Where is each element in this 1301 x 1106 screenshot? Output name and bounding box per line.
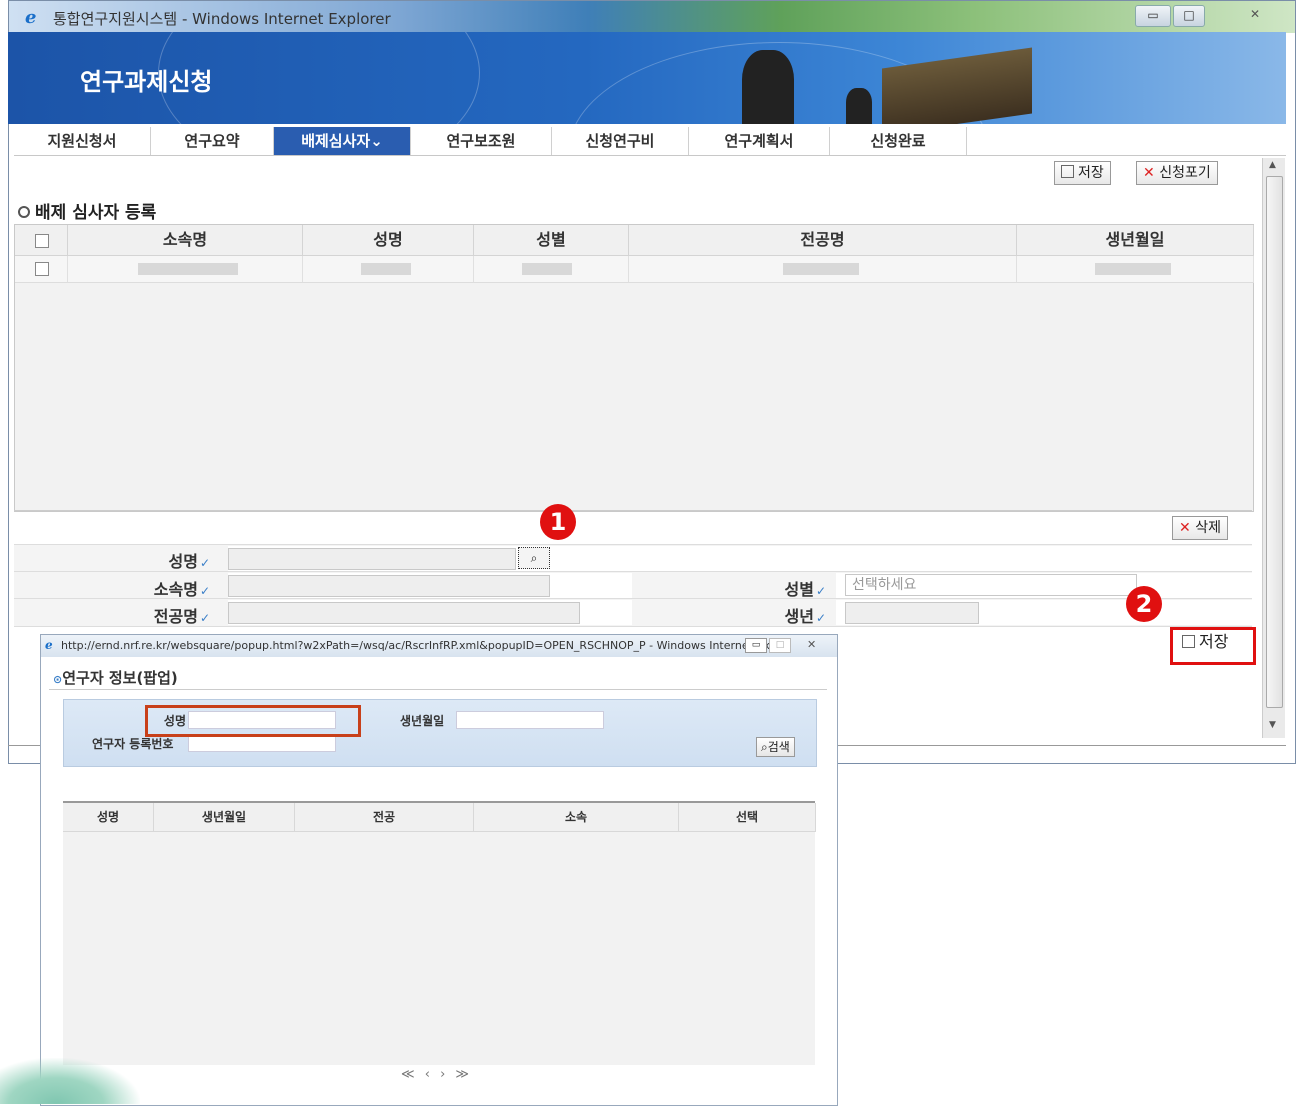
table-cell-redacted	[629, 256, 1017, 283]
popup-title-bar: e http://ernd.nrf.re.kr/websquare/popup.…	[41, 635, 837, 657]
divider	[49, 689, 827, 690]
delete-label: 삭제	[1195, 520, 1221, 536]
major-input[interactable]	[228, 602, 580, 624]
save-label: 저장	[1078, 165, 1104, 181]
popup-search-label: 검색	[767, 740, 790, 754]
gender-select[interactable]: 선택하세요	[845, 574, 1137, 596]
pagination[interactable]: ≪ ‹ › ≫	[401, 1067, 472, 1082]
select-all-checkbox[interactable]	[35, 234, 49, 248]
bullet-icon: ⊙	[53, 673, 63, 686]
grid-header: 성명	[303, 225, 474, 256]
step-marker-1: 1	[540, 504, 576, 540]
search-icon: ⌕	[761, 740, 768, 754]
name-label: 성명 ✓	[168, 552, 210, 571]
grid-header: 전공명	[629, 225, 1017, 256]
scrollbar-thumb[interactable]	[1266, 176, 1283, 708]
popup-grid-header: 성명	[63, 803, 154, 832]
banner-building-image	[882, 47, 1032, 124]
popup-birth-input[interactable]	[456, 711, 604, 729]
affiliation-input[interactable]	[228, 575, 550, 597]
popup-birth-label: 생년월일	[400, 714, 445, 728]
popup-reg-label: 연구자 등록번호	[92, 737, 174, 751]
scroll-up-icon[interactable]: ▲	[1269, 160, 1276, 170]
tab-research-plan[interactable]: 연구계획서	[689, 127, 830, 155]
grid-header: 소속명	[68, 225, 303, 256]
step-marker-2: 2	[1126, 586, 1162, 622]
save-icon	[1182, 635, 1195, 648]
tab-complete[interactable]: 신청완료	[830, 127, 967, 155]
save-button-bottom[interactable]: 저장	[1176, 631, 1234, 653]
minimize-button[interactable]: ▭	[745, 638, 767, 653]
grid-header: 생년월일	[1017, 225, 1254, 256]
ie-logo-icon: e	[25, 7, 37, 28]
popup-grid-header: 전공	[295, 803, 474, 832]
reviewer-grid: 소속명 성명 성별 전공명 생년월일	[14, 224, 1254, 512]
table-cell-redacted	[474, 256, 629, 283]
save-icon	[1061, 165, 1074, 178]
popup-grid-header: 선택	[679, 803, 816, 832]
birth-label: 생년 ✓	[784, 607, 826, 626]
tab-summary[interactable]: 연구요약	[151, 127, 274, 155]
search-icon[interactable]: ⌕	[518, 547, 550, 569]
table-row-select	[15, 256, 68, 283]
delete-button[interactable]: ✕ 삭제	[1172, 516, 1228, 540]
save-label: 저장	[1199, 632, 1229, 651]
cancel-label: 신청포기	[1159, 165, 1211, 181]
table-cell-redacted	[1017, 256, 1254, 283]
popup-grid-header: 생년월일	[154, 803, 295, 832]
popup-heading-text: 연구자 정보(팝업)	[62, 669, 178, 687]
section-title: 배제 심사자 등록	[18, 198, 156, 223]
popup-grid-header: 소속	[474, 803, 679, 832]
close-button[interactable]: ✕	[1235, 5, 1275, 25]
banner-person-image	[742, 50, 794, 124]
window-title-bar: e 통합연구지원시스템 - Windows Internet Explorer …	[9, 1, 1295, 33]
popup-url-title: http://ernd.nrf.re.kr/websquare/popup.ht…	[61, 639, 781, 652]
affiliation-label: 소속명 ✓	[153, 580, 210, 599]
popup-result-grid: 성명 생년월일 전공 소속 선택	[63, 801, 816, 1065]
cancel-application-button[interactable]: ✕ 신청포기	[1136, 161, 1218, 185]
ie-logo-icon: e	[45, 638, 53, 652]
maximize-button[interactable]: □	[769, 638, 791, 653]
row-checkbox[interactable]	[35, 262, 49, 276]
tab-application[interactable]: 지원신청서	[14, 127, 151, 155]
page-banner: 연구과제신청	[8, 32, 1286, 124]
grid-header: 성별	[474, 225, 629, 256]
vertical-scrollbar[interactable]: ▲ ▼	[1262, 158, 1285, 738]
popup-heading: ⊙연구자 정보(팝업)	[53, 667, 178, 688]
tab-budget[interactable]: 신청연구비	[552, 127, 689, 155]
table-cell-redacted	[303, 256, 474, 283]
tab-excluded-reviewer[interactable]: 배제심사자⌄	[274, 127, 411, 155]
tab-assistant[interactable]: 연구보조원	[411, 127, 552, 155]
section-title-text: 배제 심사자 등록	[35, 203, 157, 223]
close-icon: ✕	[1143, 165, 1155, 181]
major-label: 전공명 ✓	[153, 607, 210, 626]
gender-label: 성별 ✓	[784, 580, 826, 599]
window-title: 통합연구지원시스템 - Windows Internet Explorer	[53, 10, 391, 28]
decorative-tree	[0, 1058, 140, 1104]
save-button-top[interactable]: 저장	[1054, 161, 1111, 185]
table-cell-redacted	[68, 256, 303, 283]
page-title: 연구과제신청	[80, 68, 213, 96]
divider	[14, 510, 1252, 511]
researcher-popup-window: e http://ernd.nrf.re.kr/websquare/popup.…	[40, 634, 838, 1106]
tab-bar: 지원신청서 연구요약 배제심사자⌄ 연구보조원 신청연구비 연구계획서 신청완료	[14, 127, 1286, 156]
bullet-icon	[18, 206, 30, 218]
highlight-box	[145, 705, 361, 737]
grid-header-select	[15, 225, 68, 256]
close-button[interactable]: ✕	[807, 638, 816, 651]
scroll-down-icon[interactable]: ▼	[1269, 720, 1276, 730]
maximize-button[interactable]: □	[1173, 5, 1205, 27]
birth-input[interactable]	[845, 602, 979, 624]
name-input[interactable]	[228, 548, 516, 570]
popup-search-button[interactable]: ⌕검색	[756, 737, 795, 757]
close-icon: ✕	[1179, 520, 1191, 536]
minimize-button[interactable]: ▭	[1135, 5, 1171, 27]
banner-person-image	[846, 88, 872, 124]
